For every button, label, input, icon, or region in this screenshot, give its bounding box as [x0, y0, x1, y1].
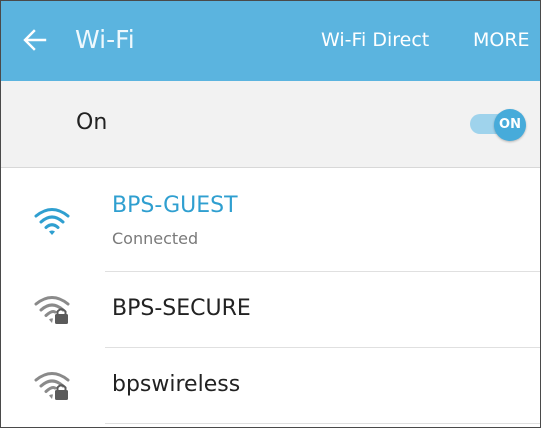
network-list: BPS-GUEST Connected BPS-SECURE bpswirele…: [1, 168, 540, 424]
wifi-settings-screen: Wi-Fi Wi-Fi Direct MORE On ON BPS-GUEST …: [0, 0, 541, 428]
wifi-lock-icon: [34, 372, 70, 400]
network-name: bpswireless: [112, 372, 241, 397]
network-item-bps-secure[interactable]: BPS-SECURE: [1, 272, 540, 348]
more-button[interactable]: MORE: [473, 25, 530, 55]
page-title: Wi-Fi: [75, 25, 135, 54]
network-item-bps-guest[interactable]: BPS-GUEST Connected: [1, 168, 540, 272]
wifi-toggle-row[interactable]: On ON: [1, 81, 540, 168]
network-status: Connected: [112, 229, 199, 248]
network-name: BPS-GUEST: [112, 193, 238, 218]
wifi-signal-icon: [34, 208, 70, 235]
divider: [105, 423, 540, 424]
switch-knob: ON: [494, 109, 526, 141]
arrow-left-icon: [23, 29, 47, 51]
wifi-switch[interactable]: ON: [470, 109, 530, 141]
network-item-bpswireless[interactable]: bpswireless: [1, 348, 540, 424]
network-name: BPS-SECURE: [112, 296, 251, 321]
back-button[interactable]: [21, 23, 49, 57]
wifi-direct-button[interactable]: Wi-Fi Direct: [321, 25, 429, 55]
wifi-lock-icon: [34, 296, 70, 324]
toggle-label: On: [76, 110, 108, 135]
app-bar: Wi-Fi Wi-Fi Direct MORE: [1, 1, 540, 81]
